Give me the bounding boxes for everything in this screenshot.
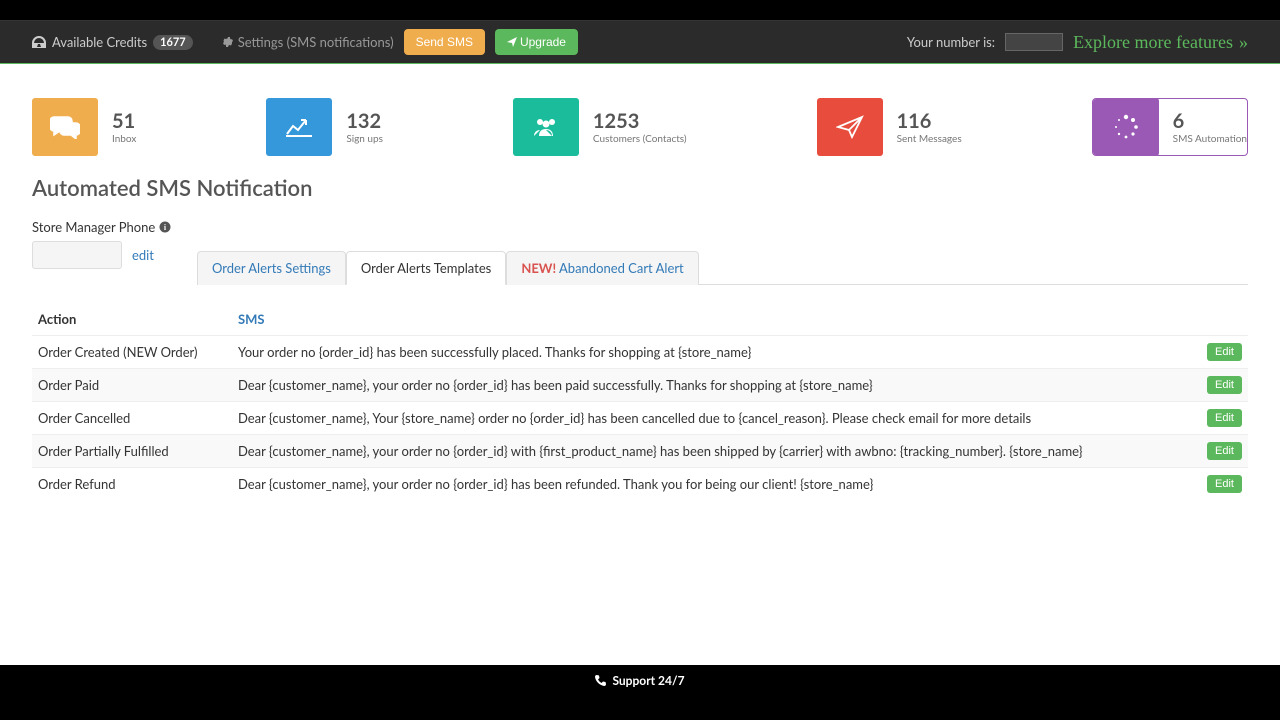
col-action: Action	[32, 303, 232, 336]
stat-num: 116	[897, 109, 962, 133]
edit-row-button[interactable]: Edit	[1207, 442, 1242, 460]
col-sms[interactable]: SMS	[232, 303, 1188, 336]
support-footer[interactable]: Support 24/7	[0, 665, 1280, 696]
stat-signups[interactable]: 132 Sign ups	[266, 98, 383, 156]
upgrade-button[interactable]: Upgrade	[495, 29, 578, 55]
settings-link[interactable]: Settings (SMS notifications)	[221, 34, 394, 50]
bottom-black-bar	[0, 696, 1280, 720]
new-badge: NEW!	[521, 260, 556, 276]
stat-num: 132	[346, 109, 383, 133]
credits-badge: 1677	[153, 35, 193, 50]
stat-customers[interactable]: 1253 Customers (Contacts)	[513, 98, 687, 156]
stat-num: 51	[112, 109, 136, 133]
row-action: Order Partially Fulfilled	[32, 435, 232, 468]
upgrade-label: Upgrade	[520, 35, 566, 49]
row-action: Order Cancelled	[32, 402, 232, 435]
send-sms-button[interactable]: Send SMS	[404, 29, 485, 55]
your-number-value	[1005, 33, 1063, 51]
chat-icon	[32, 98, 98, 156]
row-sms: Dear {customer_name}, your order no {ord…	[232, 435, 1188, 468]
col-edit	[1188, 303, 1248, 336]
stat-num: 1253	[593, 109, 687, 133]
edit-row-button[interactable]: Edit	[1207, 343, 1242, 361]
table-row: Order CancelledDear {customer_name}, You…	[32, 402, 1248, 435]
spinner-icon	[1093, 98, 1159, 156]
stat-automation[interactable]: 6 SMS Automation	[1092, 98, 1248, 156]
stat-num: 6	[1173, 109, 1247, 133]
chart-icon	[266, 98, 332, 156]
stat-label: Sent Messages	[897, 133, 962, 145]
credits-label: Available Credits	[52, 34, 147, 50]
row-action: Order Created (NEW Order)	[32, 336, 232, 369]
phone-icon	[595, 675, 606, 686]
page-title: Automated SMS Notification	[32, 174, 1248, 201]
tab-abandoned[interactable]: NEW! Abandoned Cart Alert	[506, 251, 698, 285]
users-icon	[513, 98, 579, 156]
row-sms: Your order no {order_id} has been succes…	[232, 336, 1188, 369]
your-number-label: Your number is:	[907, 34, 995, 50]
gear-icon	[221, 36, 233, 48]
tabs: Order Alerts Settings Order Alerts Templ…	[197, 251, 1248, 285]
top-black-bar	[0, 0, 1280, 20]
row-action: Order Refund	[32, 468, 232, 501]
header-bar: Available Credits 1677 Settings (SMS not…	[0, 20, 1280, 64]
tab-templates[interactable]: Order Alerts Templates	[346, 251, 506, 285]
row-sms: Dear {customer_name}, your order no {ord…	[232, 468, 1188, 501]
table-row: Order RefundDear {customer_name}, your o…	[32, 468, 1248, 501]
explore-link[interactable]: Explore more features »	[1073, 32, 1248, 53]
stat-sent[interactable]: 116 Sent Messages	[817, 98, 962, 156]
stat-inbox[interactable]: 51 Inbox	[32, 98, 136, 156]
credits-section[interactable]: Available Credits 1677	[32, 34, 193, 50]
dashboard-icon	[32, 36, 46, 48]
plane-icon	[507, 37, 517, 47]
stat-label: Inbox	[112, 133, 136, 145]
support-label: Support 24/7	[612, 673, 684, 688]
edit-phone-link[interactable]: edit	[132, 247, 154, 263]
stat-label: SMS Automation	[1173, 133, 1247, 145]
info-icon: i	[159, 221, 171, 233]
edit-row-button[interactable]: Edit	[1207, 376, 1242, 394]
chevron-right-icon: »	[1239, 32, 1248, 53]
stat-label: Sign ups	[346, 133, 383, 145]
templates-table: Action SMS Order Created (NEW Order)Your…	[32, 303, 1248, 500]
phone-value-box	[32, 241, 122, 269]
edit-row-button[interactable]: Edit	[1207, 475, 1242, 493]
edit-row-button[interactable]: Edit	[1207, 409, 1242, 427]
stats-row: 51 Inbox 132 Sign ups 1253 Customers (Co…	[0, 64, 1280, 174]
row-action: Order Paid	[32, 369, 232, 402]
row-sms: Dear {customer_name}, your order no {ord…	[232, 369, 1188, 402]
table-row: Order PaidDear {customer_name}, your ord…	[32, 369, 1248, 402]
explore-text: Explore more features	[1073, 32, 1233, 53]
send-icon	[817, 98, 883, 156]
row-sms: Dear {customer_name}, Your {store_name} …	[232, 402, 1188, 435]
tab-abandoned-label: Abandoned Cart Alert	[559, 260, 684, 276]
settings-label: Settings (SMS notifications)	[238, 34, 394, 50]
tab-settings[interactable]: Order Alerts Settings	[197, 251, 346, 285]
table-row: Order Partially FulfilledDear {customer_…	[32, 435, 1248, 468]
stat-label: Customers (Contacts)	[593, 133, 687, 145]
phone-label: Store Manager Phone i	[32, 219, 1248, 235]
table-row: Order Created (NEW Order)Your order no {…	[32, 336, 1248, 369]
